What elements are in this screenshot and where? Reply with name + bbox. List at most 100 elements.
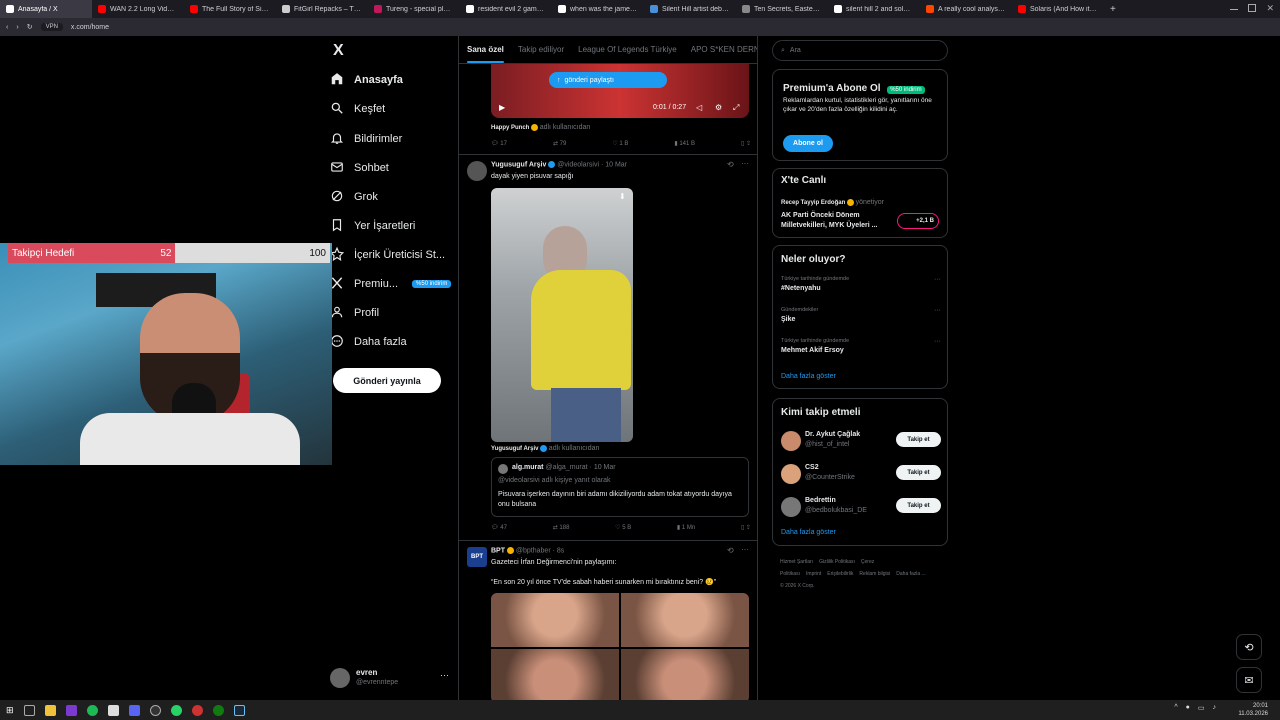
footer-link[interactable]: Imprint — [806, 571, 821, 577]
trends-show-more[interactable]: Daha fazla göster — [781, 373, 836, 380]
avatar[interactable] — [467, 161, 487, 181]
nav-item-1[interactable]: Anasayfa — [330, 68, 403, 92]
post-video-1[interactable]: ↑ gönderi paylaştı ▶ 0:01 / 0:27 ◁ ⚙ ⤢ — [491, 64, 749, 118]
close-icon[interactable]: ✕ — [1266, 4, 1274, 13]
post-author[interactable]: BPT — [491, 547, 505, 554]
avatar[interactable]: BPT — [467, 547, 487, 567]
microphone-icon[interactable]: ● — [1186, 704, 1190, 712]
source-name[interactable]: Yugusuguf Arşiv — [491, 446, 538, 452]
post-video[interactable]: ⬇ — [491, 188, 633, 442]
feed-tab[interactable]: APO S*KEN DERNE — [691, 45, 757, 54]
reply-button[interactable]: 💬︎ 47 — [491, 524, 507, 531]
steam-icon[interactable] — [233, 704, 245, 716]
browser-tab[interactable]: FitGirl Repacks – The ON — [276, 0, 368, 18]
feed-tab[interactable]: Sana özel — [467, 45, 504, 63]
clock[interactable]: 20:01 11.03.2026 — [1238, 702, 1268, 718]
post-2[interactable]: Yugusuguf Arşiv @videolarsivi · 10 Mar ⟲… — [459, 155, 757, 540]
reload-icon[interactable]: ↻ — [27, 23, 33, 31]
obs-icon[interactable] — [149, 704, 161, 716]
footer-link[interactable]: Daha fazla ... — [896, 571, 925, 577]
share-pill[interactable]: ↑ gönderi paylaştı — [549, 72, 667, 88]
browser-tab[interactable]: Anasayfa / X — [0, 0, 92, 18]
trend-item[interactable]: Türkiye tarihinde gündemde Mehmet Akif Er… — [781, 338, 941, 366]
whatsapp-icon[interactable] — [170, 704, 182, 716]
post-image[interactable] — [491, 593, 619, 647]
start-icon[interactable]: ⊞ — [6, 705, 14, 716]
nav-item-9[interactable]: Profil — [330, 301, 379, 325]
nav-item-10[interactable]: Daha fazla — [330, 330, 407, 354]
like-button[interactable]: ♡ 5 B — [615, 524, 631, 531]
browser-tab[interactable]: Solaris (And How it Influen — [1012, 0, 1104, 18]
footer-link[interactable]: Erişilebilirlik — [827, 571, 853, 577]
browser-tab[interactable]: Silent Hill artist debunks h — [644, 0, 736, 18]
task-view-icon[interactable] — [23, 704, 35, 716]
more-icon[interactable]: ··· — [934, 276, 941, 283]
xbox-icon[interactable] — [212, 704, 224, 716]
search-box[interactable]: ⌕ Ara — [772, 40, 948, 61]
follow-suggestion[interactable]: Dr. Aykut Çağlak @hist_of_intel Takip et — [773, 429, 947, 457]
follow-button[interactable]: Takip et — [896, 432, 941, 447]
more-icon[interactable]: ··· — [741, 545, 749, 554]
footer-link[interactable]: Hizmet Şartları — [780, 559, 813, 565]
x-logo[interactable]: X — [333, 42, 344, 60]
file-explorer-icon[interactable] — [44, 704, 56, 716]
follow-show-more[interactable]: Daha fazla göster — [781, 529, 836, 536]
grok-icon[interactable]: ⟲ — [727, 546, 734, 555]
avatar[interactable] — [781, 464, 801, 484]
post-button[interactable]: Gönderi yayınla — [333, 368, 441, 393]
messages-button[interactable]: ✉ — [1236, 667, 1262, 693]
new-tab-button[interactable]: + — [1110, 4, 1116, 15]
network-icon[interactable]: ▭ — [1198, 704, 1205, 712]
avatar[interactable] — [781, 431, 801, 451]
trend-item[interactable]: Türkiye tarihinde gündemde #Netenyahu ··· — [781, 276, 941, 304]
more-icon[interactable]: ··· — [440, 670, 449, 680]
browser-tab[interactable]: WAN 2.2 Long Video Gen — [92, 0, 184, 18]
views-button[interactable]: ▮ 141 B — [674, 140, 695, 147]
post-3[interactable]: BPT BPT @bpthaber · 8s ⟲ ··· Gazeteci İr… — [459, 541, 757, 700]
browser-icon[interactable] — [65, 704, 77, 716]
play-icon[interactable]: ▶ — [499, 103, 505, 112]
more-icon[interactable]: ··· — [934, 307, 941, 314]
back-icon[interactable]: ‹ — [6, 24, 8, 31]
more-icon[interactable]: ··· — [934, 338, 941, 345]
forward-icon[interactable]: › — [16, 24, 18, 31]
subscribe-button[interactable]: Abone ol — [783, 135, 833, 152]
live-listeners[interactable]: +2,1 B — [897, 213, 939, 229]
feed-tab[interactable]: Takip ediliyor — [518, 45, 564, 54]
grok-icon[interactable]: ⟲ — [727, 160, 734, 169]
nav-item-2[interactable]: Keşfet — [330, 97, 385, 121]
like-button[interactable]: ♡ 1 B — [612, 140, 628, 147]
browser-tab[interactable]: when was the james sund — [552, 0, 644, 18]
quoted-post[interactable]: alg.murat @alga_murat · 10 Mar @videolar… — [491, 457, 749, 517]
repost-button[interactable]: ⇄ 79 — [553, 140, 566, 147]
nav-item-6[interactable]: Yer İşaretleri — [330, 214, 415, 238]
app-icon[interactable] — [107, 704, 119, 716]
nav-item-8[interactable]: Premiu... %50 indirim — [330, 272, 452, 296]
fullscreen-icon[interactable]: ⤢ — [733, 103, 739, 113]
app-icon[interactable] — [191, 704, 203, 716]
volume-icon[interactable]: ♪ — [1213, 704, 1217, 712]
browser-tab[interactable]: resident evil 2 game relea — [460, 0, 552, 18]
browser-tab[interactable]: A really cool analysis of th — [920, 0, 1012, 18]
download-icon[interactable]: ⬇ — [619, 192, 626, 201]
chevron-up-icon[interactable]: ^ — [1174, 704, 1177, 712]
follow-button[interactable]: Takip et — [896, 465, 941, 480]
post-image[interactable] — [491, 649, 619, 700]
avatar[interactable] — [781, 497, 801, 517]
live-topic[interactable]: AK Parti Önceki Dönem Milletvekilleri, M… — [781, 211, 891, 231]
nav-item-7[interactable]: İçerik Üreticisi St... — [329, 243, 445, 267]
browser-tab[interactable]: Tureng - special place - T — [368, 0, 460, 18]
source-name[interactable]: Happy Punch — [491, 125, 529, 131]
bookmark-icon[interactable]: ▯ ⇪ — [741, 140, 751, 147]
post-image[interactable] — [621, 593, 749, 647]
footer-link[interactable]: Gizlilik Politikası — [819, 559, 855, 565]
feed-tab[interactable]: League Of Legends Türkiye — [578, 45, 677, 54]
nav-item-5[interactable]: Grok — [330, 185, 378, 209]
bookmark-icon[interactable]: ▯ ⇪ — [741, 524, 751, 531]
follow-suggestion[interactable]: CS2 @CounterStrike Takip et — [773, 462, 947, 490]
minimize-icon[interactable] — [1230, 9, 1239, 10]
reply-button[interactable]: 💬︎ 17 — [491, 140, 507, 147]
post-author[interactable]: Yugusuguf Arşiv — [491, 161, 546, 168]
browser-tab[interactable]: Ten Secrets, Easter Eggs — [736, 0, 828, 18]
post-image-grid[interactable] — [491, 593, 749, 700]
